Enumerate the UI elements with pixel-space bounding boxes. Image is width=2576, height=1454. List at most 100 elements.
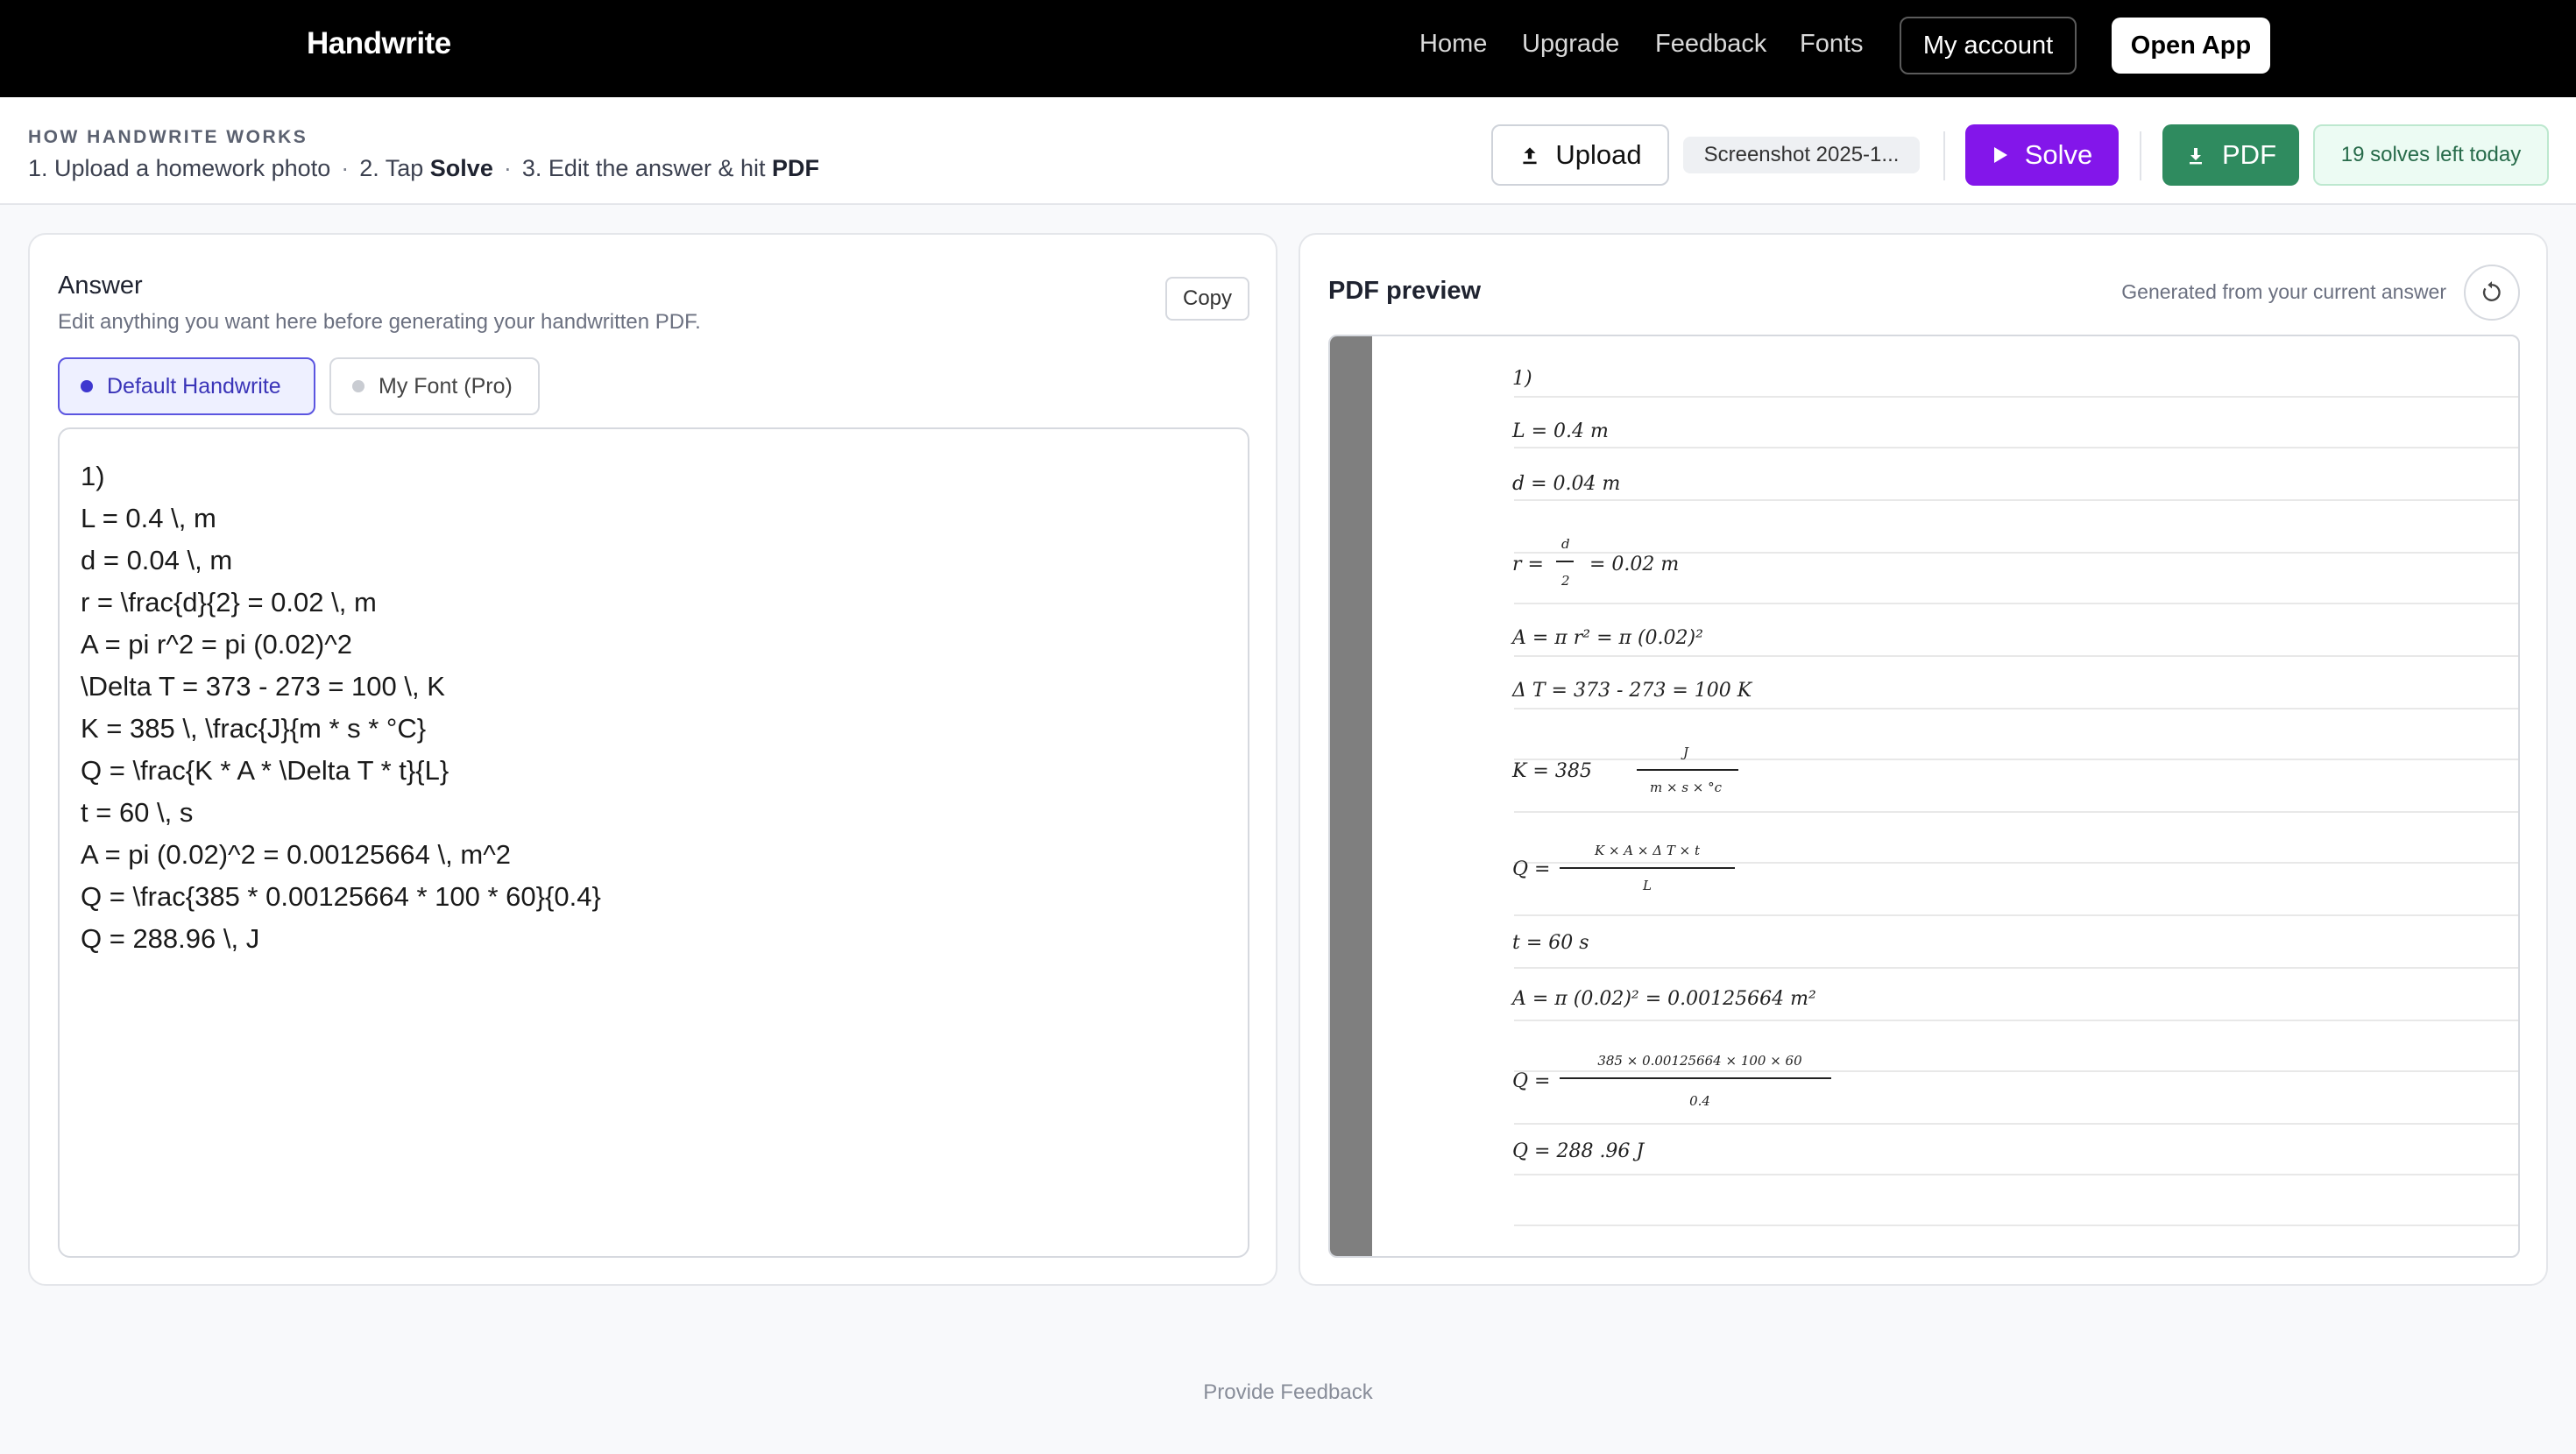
provide-feedback-link[interactable]: Provide Feedback — [1200, 1380, 1376, 1405]
hw-frac-numerator: J — [1682, 745, 1688, 760]
ruled-line — [1514, 914, 2518, 916]
solve-button-label: Solve — [2024, 139, 2093, 170]
pdf-page-gutter — [1330, 336, 1372, 1256]
hw-frac-numerator: d — [1561, 536, 1570, 552]
pdf-generated-note: Generated from your current answer — [2121, 280, 2446, 303]
download-icon — [2190, 148, 2202, 165]
ruled-line — [1514, 1174, 2518, 1175]
solve-button[interactable]: Solve — [1965, 124, 2119, 186]
ruled-line — [1514, 1123, 2518, 1125]
editor-line: Q = \frac{K * A * \Delta T * t}{L} — [81, 755, 449, 786]
editor-line: L = 0.4 \, m — [81, 503, 216, 533]
pdf-download-button[interactable]: PDF — [2162, 124, 2299, 186]
hw-frac-denominator: L — [1643, 878, 1652, 893]
pdf-page: 1) L = 0.4 m d = 0.04 m r = d 2 = 0.02 m… — [1328, 335, 2520, 1258]
hw-line: Q = — [1512, 858, 1551, 880]
toolbar-divider — [1943, 131, 1945, 180]
step-3-text: 3. Edit the answer & hit — [521, 155, 772, 181]
editor-line: A = pi (0.02)^2 = 0.00125664 \, m^2 — [81, 839, 511, 870]
pdf-preview-title: PDF preview — [1328, 277, 1482, 305]
answer-title: Answer — [58, 272, 143, 300]
hw-frac-bar — [1637, 769, 1738, 771]
ruled-line — [1514, 1020, 2518, 1021]
step-2-text: 2. Tap — [359, 155, 430, 181]
hw-line: Q = 288 .96 J — [1512, 1140, 1645, 1162]
play-icon — [1993, 147, 2007, 163]
pdf-button-label: PDF — [2222, 139, 2276, 170]
my-account-button[interactable]: My account — [1900, 17, 2077, 74]
font-option-custom[interactable]: My Font (Pro) — [329, 357, 540, 415]
step-separator: · — [341, 155, 350, 181]
ruled-line — [1514, 655, 2518, 657]
ruled-line — [1514, 708, 2518, 709]
step-1-text: 1. Upload a homework photo — [28, 155, 331, 181]
hw-frac-denominator: m × s × °c — [1649, 780, 1723, 795]
hw-line: r = — [1512, 554, 1544, 575]
open-app-button[interactable]: Open App — [2112, 18, 2270, 74]
editor-line: K = 385 \, \frac{J}{m * s * °C} — [81, 713, 427, 744]
hw-line: L = 0.4 m — [1512, 420, 1609, 442]
copy-button[interactable]: Copy — [1165, 277, 1249, 321]
editor-line: r = \frac{d}{2} = 0.02 \, m — [81, 587, 377, 618]
editor-line: t = 60 \, s — [81, 797, 194, 828]
hw-line: A = π r² = π (0.02)² — [1512, 627, 1703, 649]
ruled-line — [1514, 499, 2518, 501]
ruled-line — [1514, 447, 2518, 448]
ruled-line — [1514, 862, 2518, 864]
ruled-line — [1514, 1225, 2518, 1226]
step-3-emphasis: PDF — [772, 155, 819, 181]
hw-line: d = 0.04 m — [1512, 473, 1621, 495]
hw-line: A = π (0.02)² = 0.00125664 m² — [1512, 988, 1816, 1010]
editor-line: 1) — [81, 461, 105, 491]
editor-line: Q = 288.96 \, J — [81, 923, 260, 954]
upload-icon — [1523, 147, 1537, 165]
step-separator: · — [503, 155, 512, 181]
uploaded-file-chip: Screenshot 2025-1... — [1683, 137, 1920, 173]
editor-line: d = 0.04 \, m — [81, 545, 233, 575]
ruled-line — [1514, 811, 2518, 813]
radio-selected-icon — [81, 380, 93, 392]
editor-line: Q = \frac{385 * 0.00125664 * 100 * 60}{0… — [81, 881, 601, 912]
hw-line: 1) — [1512, 368, 1532, 390]
ruled-line — [1514, 1070, 2518, 1072]
hw-frac-denominator: 0.4 — [1689, 1093, 1710, 1109]
nav-home-link[interactable]: Home — [1419, 30, 1487, 59]
refresh-preview-button[interactable] — [2464, 265, 2520, 321]
nav-feedback-link[interactable]: Feedback — [1655, 30, 1766, 59]
editor-line: A = pi r^2 = pi (0.02)^2 — [81, 629, 352, 660]
solves-left-badge: 19 solves left today — [2313, 124, 2549, 186]
hw-line: t = 60 s — [1512, 932, 1589, 954]
step-2-emphasis: Solve — [429, 155, 493, 181]
pdf-preview-panel: PDF preview Generated from your current … — [1299, 233, 2548, 1286]
how-it-works-steps: 1. Upload a homework photo · 2. Tap Solve ·… — [28, 155, 819, 182]
answer-panel: Answer Edit anything you want here befor… — [28, 233, 1277, 1286]
toolbar-divider — [2140, 131, 2141, 180]
hw-frac-numerator: K × A × Δ T × t — [1595, 843, 1700, 858]
font-option-custom-label: My Font (Pro) — [379, 373, 513, 399]
hw-line: = 0.02 m — [1589, 554, 1680, 575]
ruled-line — [1514, 967, 2518, 969]
hw-frac-bar — [1560, 1077, 1831, 1079]
nav-upgrade-link[interactable]: Upgrade — [1522, 30, 1619, 59]
upload-button[interactable]: Upload — [1491, 124, 1669, 186]
hw-frac-bar — [1556, 561, 1574, 562]
how-it-works-title: HOW HANDWRITE WORKS — [28, 127, 308, 147]
hw-frac-numerator: 385 × 0.00125664 × 100 × 60 — [1597, 1053, 1802, 1069]
nav-fonts-link[interactable]: Fonts — [1800, 30, 1864, 59]
upload-button-label: Upload — [1555, 139, 1642, 170]
top-navbar: Handwrite Home Upgrade Feedback Fonts My… — [0, 0, 2576, 97]
answer-editor[interactable]: 1) L = 0.4 \, m d = 0.04 \, m r = \frac{… — [58, 427, 1249, 1258]
font-option-default[interactable]: Default Handwrite — [58, 357, 315, 415]
editor-line: \Delta T = 373 - 273 = 100 \, K — [81, 671, 445, 702]
answer-subtitle: Edit anything you want here before gener… — [58, 310, 701, 334]
hw-frac-bar — [1560, 867, 1735, 869]
ruled-line — [1514, 396, 2518, 398]
hw-line: K = 385 — [1512, 760, 1592, 782]
hw-frac-denominator: 2 — [1561, 573, 1570, 589]
font-option-default-label: Default Handwrite — [107, 373, 281, 399]
hw-line: Δ T = 373 - 273 = 100 K — [1512, 680, 1752, 702]
hw-line: Q = — [1512, 1070, 1551, 1092]
ruled-line — [1514, 603, 2518, 604]
brand-logo[interactable]: Handwrite — [307, 26, 451, 61]
radio-unselected-icon — [352, 380, 364, 392]
